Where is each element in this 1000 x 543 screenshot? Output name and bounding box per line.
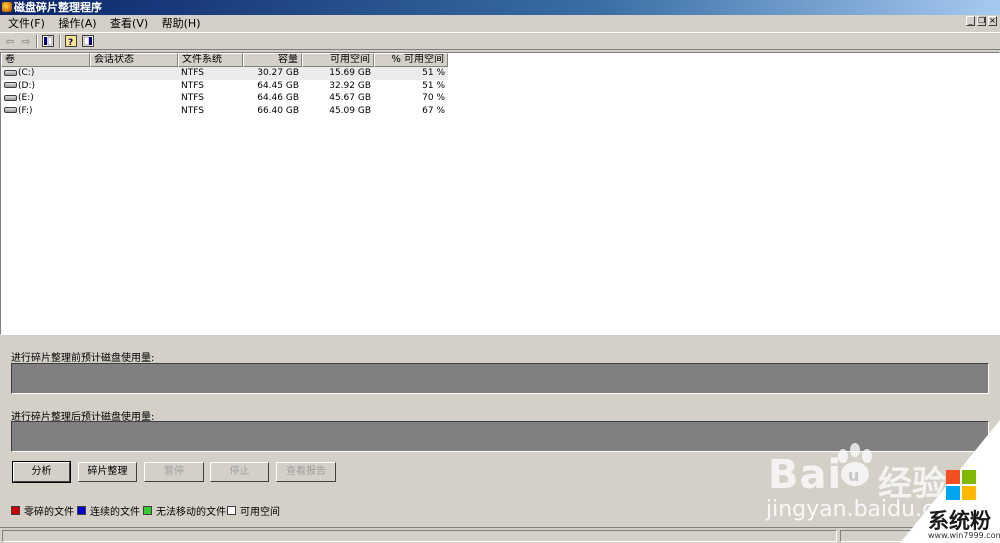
before-usage-display xyxy=(11,363,989,394)
action-pane-icon xyxy=(83,36,92,46)
pct-cell: 51 % xyxy=(422,68,445,78)
col-session-status[interactable]: 会话状态 xyxy=(90,53,178,67)
legend-unmovable: 无法移动的文件 xyxy=(143,503,226,518)
free-cell: 32.92 GB xyxy=(329,80,371,91)
free-cell: 45.09 GB xyxy=(329,105,371,116)
hard-drive-icon xyxy=(4,94,17,101)
legend-label: 无法移动的文件 xyxy=(156,507,226,518)
svg-text:u: u xyxy=(848,466,859,485)
volume-label: (C:) xyxy=(18,68,35,78)
volume-label: (D:) xyxy=(18,80,35,91)
capacity-cell: 66.40 GB xyxy=(257,105,299,116)
status-cell xyxy=(90,67,178,80)
legend-fragmented: 零碎的文件 xyxy=(11,503,74,518)
col-free-percent[interactable]: % 可用空间 xyxy=(374,53,448,67)
defrag-app-icon xyxy=(2,2,12,12)
pct-cell: 70 % xyxy=(422,93,445,103)
question-mark-icon: ? xyxy=(68,38,73,48)
back-arrow-icon[interactable]: ⇦ xyxy=(3,35,17,48)
legend-label: 连续的文件 xyxy=(90,507,140,518)
status-pane-main xyxy=(2,530,837,542)
capacity-cell: 64.45 GB xyxy=(257,80,299,91)
capacity-cell: 30.27 GB xyxy=(257,68,299,78)
col-volume[interactable]: 卷 xyxy=(1,53,90,67)
pct-cell: 67 % xyxy=(422,105,445,116)
help-properties-icon[interactable]: ? xyxy=(65,35,77,48)
status-bar xyxy=(0,527,1000,543)
hard-drive-icon xyxy=(4,82,17,88)
tree-pane-icon xyxy=(44,36,53,46)
toolbar-separator xyxy=(36,35,38,48)
stop-button[interactable]: 停止 xyxy=(210,462,269,482)
menu-file[interactable]: 文件(F) xyxy=(2,15,49,32)
volume-cell: (C:) xyxy=(1,67,90,80)
window-title: 磁盘碎片整理程序 xyxy=(14,1,102,14)
fs-cell: NTFS xyxy=(181,80,204,91)
title-bar: 磁盘碎片整理程序 xyxy=(0,0,1000,15)
minimize-button[interactable]: _ xyxy=(966,16,975,26)
view-report-button[interactable]: 查看报告 xyxy=(276,462,336,482)
legend-label: 可用空间 xyxy=(240,507,280,518)
fragmented-swatch xyxy=(11,506,20,515)
volume-rows: (C:) NTFS 30.27 GB 15.69 GB 51 % (D:) NT… xyxy=(1,67,448,117)
volume-label: (F:) xyxy=(18,105,33,116)
show-action-pane-icon[interactable] xyxy=(82,35,94,47)
volume-label: (E:) xyxy=(18,93,34,103)
volume-row[interactable]: (D:) NTFS 64.45 GB 32.92 GB 51 % xyxy=(1,80,448,93)
menu-action[interactable]: 操作(A) xyxy=(52,15,100,32)
capacity-cell: 64.46 GB xyxy=(257,93,299,103)
free-cell: 15.69 GB xyxy=(329,68,371,78)
unmovable-swatch xyxy=(143,506,152,515)
windows-logo-icon xyxy=(946,470,976,500)
volume-row[interactable]: (E:) NTFS 64.46 GB 45.67 GB 70 % xyxy=(1,92,448,105)
status-cell xyxy=(90,105,178,118)
menu-bar: 文件(F) 操作(A) 查看(V) 帮助(H) _ ❐ × xyxy=(0,15,1000,32)
volume-row[interactable]: (F:) NTFS 66.40 GB 45.09 GB 67 % xyxy=(1,105,448,118)
volume-row[interactable]: (C:) NTFS 30.27 GB 15.69 GB 51 % xyxy=(1,67,448,80)
close-button[interactable]: × xyxy=(988,16,997,26)
free-cell: 45.67 GB xyxy=(329,93,371,103)
volume-cell: (F:) xyxy=(1,105,90,118)
col-free-space[interactable]: 可用空间 xyxy=(302,53,374,67)
forward-arrow-icon[interactable]: ⇨ xyxy=(19,35,33,48)
toolbar-separator xyxy=(59,35,61,48)
legend-free-space: 可用空间 xyxy=(227,503,280,518)
pct-cell: 51 % xyxy=(422,80,445,91)
hard-drive-icon xyxy=(4,69,17,76)
fs-cell: NTFS xyxy=(181,105,204,116)
analyze-button[interactable]: 分析 xyxy=(12,461,71,483)
svg-text:?: ? xyxy=(68,38,73,46)
list-header: 卷 会话状态 文件系统 容量 可用空间 % 可用空间 xyxy=(1,53,448,67)
fs-cell: NTFS xyxy=(181,68,204,78)
fs-cell: NTFS xyxy=(181,93,204,103)
show-hide-tree-icon[interactable] xyxy=(42,35,54,47)
volume-cell: (D:) xyxy=(1,80,90,93)
menu-help[interactable]: 帮助(H) xyxy=(156,15,205,32)
restore-button[interactable]: ❐ xyxy=(977,16,986,26)
site-url: www.win7999.com xyxy=(928,531,1000,540)
legend-contiguous: 连续的文件 xyxy=(77,503,140,518)
window-controls: _ ❐ × xyxy=(966,16,997,26)
defrag-button[interactable]: 碎片整理 xyxy=(78,462,137,482)
menu-view[interactable]: 查看(V) xyxy=(104,15,152,32)
free-space-swatch xyxy=(227,506,236,515)
col-file-system[interactable]: 文件系统 xyxy=(178,53,243,67)
volume-cell: (E:) xyxy=(1,92,90,105)
volume-list[interactable]: 卷 会话状态 文件系统 容量 可用空间 % 可用空间 (C:) NTFS 30.… xyxy=(0,52,1000,335)
hard-drive-icon xyxy=(4,107,17,113)
col-capacity[interactable]: 容量 xyxy=(243,53,302,67)
toolbar: ⇦ ⇨ ? xyxy=(0,32,1000,50)
before-usage-label: 进行碎片整理前预计磁盘使用量: xyxy=(11,353,155,364)
pause-button[interactable]: 暂停 xyxy=(144,462,204,482)
contiguous-swatch xyxy=(77,506,86,515)
status-cell xyxy=(90,80,178,93)
status-cell xyxy=(90,92,178,105)
baidu-paw-icon: u xyxy=(838,443,872,486)
legend-label: 零碎的文件 xyxy=(24,507,74,518)
